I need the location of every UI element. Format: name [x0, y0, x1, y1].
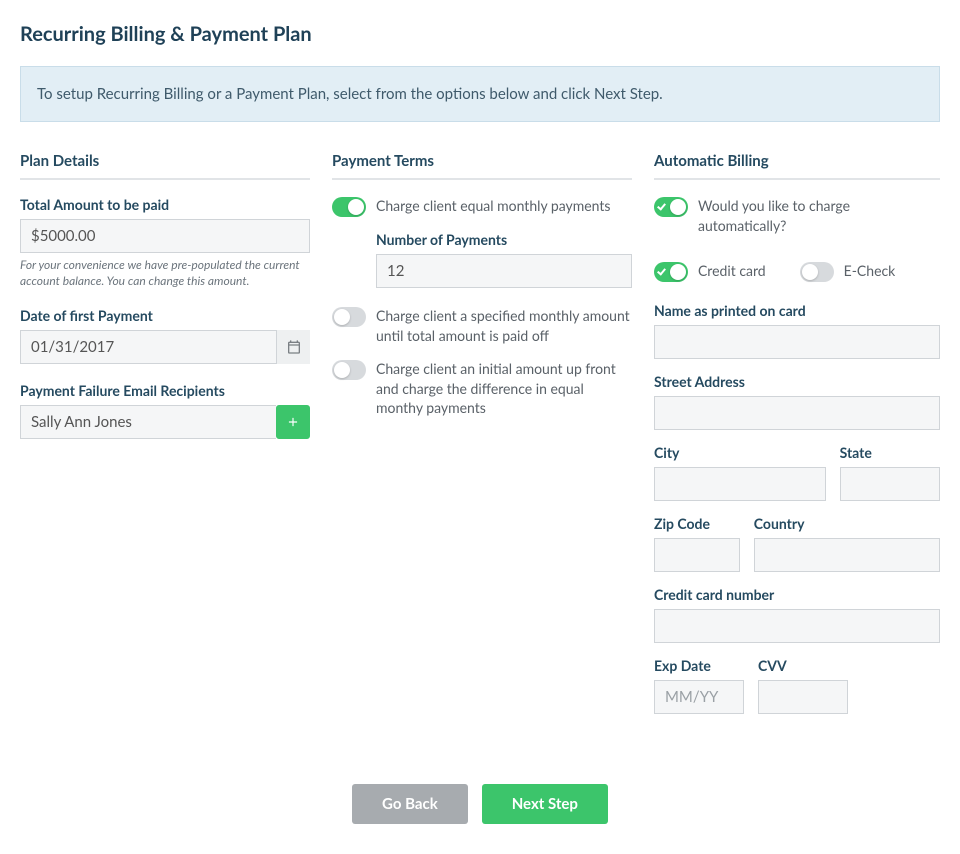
credit-card-label: Credit card — [698, 261, 766, 281]
recipients-input[interactable] — [20, 405, 276, 439]
page-title: Recurring Billing & Payment Plan — [20, 22, 940, 46]
state-input[interactable] — [840, 467, 940, 501]
card-name-label: Name as printed on card — [654, 302, 940, 319]
total-amount-helper: For your convenience we have pre-populat… — [20, 257, 310, 289]
automatic-billing-heading: Automatic Billing — [654, 152, 940, 180]
exp-date-input[interactable] — [654, 680, 744, 714]
cc-number-label: Credit card number — [654, 586, 940, 603]
credit-card-toggle[interactable] — [654, 262, 688, 282]
country-input[interactable] — [754, 538, 940, 572]
info-banner: To setup Recurring Billing or a Payment … — [20, 66, 940, 122]
first-payment-date-input[interactable] — [20, 330, 310, 364]
echeck-toggle[interactable] — [800, 262, 834, 282]
equal-monthly-label: Charge client equal monthly payments — [376, 196, 610, 216]
calendar-icon[interactable] — [276, 330, 310, 364]
charge-automatically-label: Would you like to charge automatically? — [698, 196, 940, 235]
exp-date-label: Exp Date — [654, 657, 744, 674]
country-label: Country — [754, 515, 940, 532]
cc-number-input[interactable] — [654, 609, 940, 643]
cvv-label: CVV — [758, 657, 848, 674]
total-amount-label: Total Amount to be paid — [20, 196, 310, 213]
first-payment-date-label: Date of first Payment — [20, 307, 310, 324]
payment-terms-column: Payment Terms Charge client equal monthl… — [332, 152, 632, 714]
payment-terms-heading: Payment Terms — [332, 152, 632, 180]
street-label: Street Address — [654, 373, 940, 390]
city-input[interactable] — [654, 467, 826, 501]
cvv-input[interactable] — [758, 680, 848, 714]
num-payments-label: Number of Payments — [376, 231, 632, 248]
plan-details-column: Plan Details Total Amount to be paid For… — [20, 152, 310, 714]
street-input[interactable] — [654, 396, 940, 430]
specified-monthly-toggle[interactable] — [332, 307, 366, 327]
recipients-label: Payment Failure Email Recipients — [20, 382, 310, 399]
initial-plus-equal-toggle[interactable] — [332, 360, 366, 380]
charge-automatically-toggle[interactable] — [654, 197, 688, 217]
automatic-billing-column: Automatic Billing Would you like to char… — [654, 152, 940, 714]
go-back-button[interactable]: Go Back — [352, 784, 468, 824]
card-name-input[interactable] — [654, 325, 940, 359]
total-amount-input[interactable] — [20, 219, 310, 253]
initial-plus-equal-label: Charge client an initial amount up front… — [376, 359, 632, 418]
city-label: City — [654, 444, 826, 461]
equal-monthly-toggle[interactable] — [332, 197, 366, 217]
zip-label: Zip Code — [654, 515, 740, 532]
plan-details-heading: Plan Details — [20, 152, 310, 180]
state-label: State — [840, 444, 940, 461]
zip-input[interactable] — [654, 538, 740, 572]
specified-monthly-label: Charge client a specified monthly amount… — [376, 306, 632, 345]
echeck-label: E-Check — [844, 261, 896, 281]
add-recipient-button[interactable] — [276, 405, 310, 439]
num-payments-input[interactable] — [376, 254, 632, 288]
next-step-button[interactable]: Next Step — [482, 784, 608, 824]
plus-icon — [286, 415, 300, 429]
